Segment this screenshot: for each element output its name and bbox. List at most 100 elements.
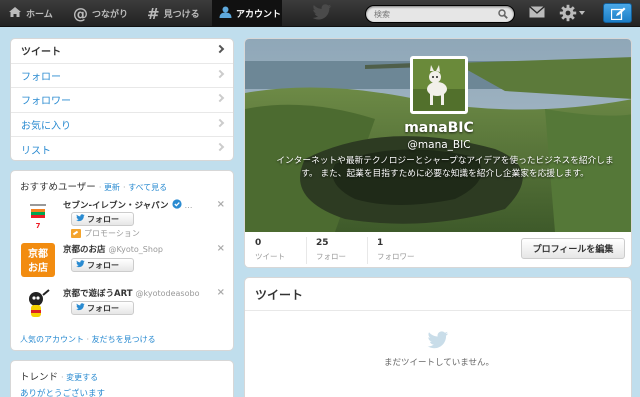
profile-name: manaBIC <box>404 120 474 136</box>
trends-title: トレンド <box>20 372 59 383</box>
stat-value: 25 <box>316 238 329 248</box>
user-icon <box>219 6 232 21</box>
profile-bio: インターネットや最新テクノロジーとシャープなアイデアを使ったビジネスを紹介します… <box>276 156 614 179</box>
trend-item[interactable]: ありがとうございます <box>20 387 105 397</box>
dismiss-suggestion-icon[interactable]: × <box>217 243 225 254</box>
twitter-bird-icon <box>427 331 449 353</box>
who-to-follow-title: おすすめユーザー <box>20 182 96 193</box>
divider <box>306 237 307 264</box>
stat-tweets[interactable]: 0 ツイート <box>255 238 285 262</box>
messages-icon[interactable] <box>529 5 545 21</box>
follow-button[interactable]: フォロー <box>71 258 134 272</box>
divider <box>367 237 368 264</box>
chevron-right-icon <box>215 118 225 127</box>
find-friends-link[interactable]: 友だちを見つける <box>92 335 156 344</box>
follow-button-label: フォロー <box>87 260 119 270</box>
nav-favorites[interactable]: お気に入り <box>11 113 233 137</box>
who-to-follow-header: おすすめユーザー · 更新 · すべて見る <box>20 182 168 193</box>
nav-favorites-label: お気に入り <box>21 120 71 132</box>
compose-icon <box>611 7 626 20</box>
dismiss-suggestion-icon[interactable]: × <box>217 199 225 210</box>
nav-followers-label: フォロワー <box>21 96 71 108</box>
stat-value: 1 <box>377 238 384 248</box>
nav-discover[interactable]: # 見つける <box>147 0 200 27</box>
suggested-user: 京都 お店 京都のお店 @Kyoto_Shop × フォロー <box>11 243 233 291</box>
promoted-label: プロモーション <box>71 228 140 239</box>
follow-button[interactable]: フォロー <box>71 212 134 226</box>
seven-eleven-avatar[interactable]: 7 <box>21 199 55 233</box>
stat-followers[interactable]: 1 フォロワー <box>377 238 415 262</box>
nav-connect[interactable]: @ つながり <box>73 0 128 27</box>
stat-label: フォロー <box>316 252 346 261</box>
view-all-link[interactable]: すべて見る <box>128 183 167 192</box>
chevron-right-icon <box>215 93 225 103</box>
nav-discover-label: 見つける <box>163 10 200 20</box>
suggested-user-name: セブン-イレブン・ジャパン <box>63 201 169 211</box>
suggested-user-name: 京都のお店 <box>63 245 106 255</box>
twitter-bird-icon <box>76 214 85 224</box>
compose-tweet-button[interactable] <box>603 3 632 23</box>
refresh-link[interactable]: 更新 <box>104 183 120 192</box>
tweets-heading: ツイート <box>245 278 631 311</box>
nav-home-label: ホーム <box>26 10 53 20</box>
suggested-user: 京都で遊ぼうART @kyotodeasobo × フォロー <box>11 287 233 335</box>
nav-account-label: アカウント <box>236 10 282 20</box>
svg-text:京都: 京都 <box>28 247 48 260</box>
promoted-icon <box>71 229 81 238</box>
chevron-right-icon <box>215 69 225 78</box>
kyoto-shop-avatar[interactable]: 京都 お店 <box>21 243 55 277</box>
profile-header-image: manaBIC @mana_BIC インターネットや最新テクノロジーとシャープな… <box>245 39 631 232</box>
nav-tweets[interactable]: ツイート <box>11 39 233 64</box>
home-icon <box>8 6 22 21</box>
dismiss-suggestion-icon[interactable]: × <box>217 287 225 298</box>
profile-avatar[interactable] <box>410 56 468 114</box>
svg-text:お店: お店 <box>28 261 48 274</box>
suggested-user-handle: @Kyoto_Shop <box>108 245 163 254</box>
chevron-right-icon <box>215 142 225 152</box>
twitter-bird-icon <box>76 260 85 270</box>
hashtag-icon: # <box>147 4 160 23</box>
stat-value: 0 <box>255 238 262 248</box>
search-icon[interactable] <box>498 9 508 22</box>
stat-label: フォロワー <box>377 252 415 261</box>
nav-following[interactable]: フォロー <box>11 64 233 88</box>
trends-module: トレンド · 変更する ありがとうございます <box>10 360 234 397</box>
nav-following-label: フォロー <box>21 71 61 83</box>
nav-home[interactable]: ホーム <box>8 0 53 27</box>
stat-following[interactable]: 25 フォロー <box>316 238 346 262</box>
popular-accounts-link[interactable]: 人気のアカウント <box>20 335 84 344</box>
nav-followers[interactable]: フォロワー <box>11 88 233 113</box>
settings-gear-icon[interactable] <box>559 4 577 25</box>
suggested-user: 7 セブン-イレブン・ジャパン … × フォロー プロモーション <box>11 199 233 247</box>
profile-handle: @mana_BIC <box>407 139 471 151</box>
empty-tweets-message: まだツイートしていません。 <box>384 358 494 368</box>
nav-connect-label: つながり <box>92 10 129 20</box>
search-input[interactable] <box>374 8 494 20</box>
follow-button-label: フォロー <box>87 214 119 224</box>
kyotodeasobo-avatar[interactable] <box>21 287 55 321</box>
chevron-right-icon <box>215 44 225 54</box>
profile-navigation: ツイート フォロー フォロワー お気に入り リスト <box>10 38 234 161</box>
svg-text:7: 7 <box>36 222 41 230</box>
nav-lists-label: リスト <box>21 145 51 157</box>
trends-header: トレンド · 変更する <box>20 372 99 383</box>
search-box[interactable] <box>365 5 515 23</box>
change-trends-link[interactable]: 変更する <box>66 373 98 382</box>
at-sign-icon: @ <box>73 4 88 23</box>
follow-button[interactable]: フォロー <box>71 301 134 315</box>
tweets-stream: ツイート まだツイートしていません。 <box>244 277 632 397</box>
profile-card: manaBIC @mana_BIC インターネットや最新テクノロジーとシャープな… <box>244 38 632 268</box>
settings-chevron-down-icon[interactable] <box>579 11 585 15</box>
follow-button-label: フォロー <box>87 303 119 313</box>
suggested-user-name: 京都で遊ぼうART <box>63 289 133 299</box>
who-to-follow-footer: 人気のアカウント · 友だちを見つける <box>20 335 156 344</box>
top-navigation-bar: ホーム @ つながり # 見つける アカウント <box>0 0 640 27</box>
nav-account[interactable]: アカウント <box>212 0 282 27</box>
twitter-bird-icon <box>76 303 85 313</box>
edit-profile-button[interactable]: プロフィールを編集 <box>521 238 625 259</box>
profile-stats: 0 ツイート 25 フォロー 1 フォロワー プロフィールを編集 <box>245 232 631 267</box>
who-to-follow: おすすめユーザー · 更新 · すべて見る 7 セブン-イレブン・ジャパン … … <box>10 170 234 351</box>
verified-badge-icon <box>171 199 185 211</box>
twitter-bird-icon[interactable] <box>312 4 332 24</box>
nav-lists[interactable]: リスト <box>11 137 233 160</box>
